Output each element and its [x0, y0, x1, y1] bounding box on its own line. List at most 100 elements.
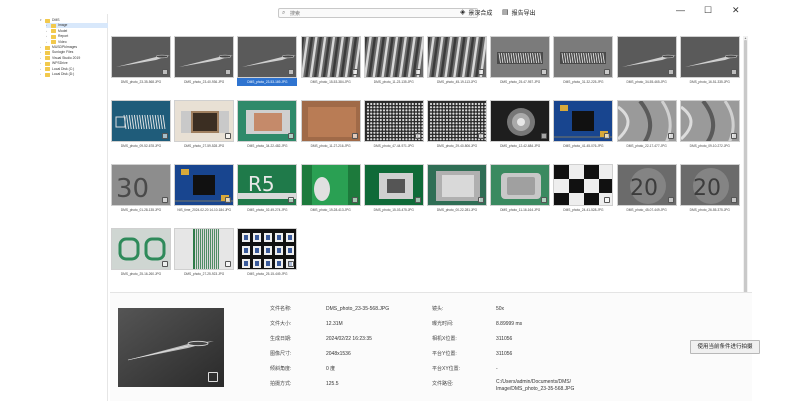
image-thumbnail[interactable]: DMS_photo_27-25-923.JPG — [174, 228, 235, 278]
image-thumbnail[interactable]: DMS_photo_41-45-076.JPG — [553, 100, 614, 150]
thumbnail-image[interactable] — [237, 100, 298, 142]
svg-text:20: 20 — [630, 176, 658, 201]
search-input[interactable] — [290, 10, 470, 17]
tree-item-image[interactable]: › Image — [46, 23, 108, 29]
capture-with-current-settings-button[interactable]: 使用当前条件进行拍摄 — [690, 340, 760, 354]
thumbnail-image[interactable] — [553, 164, 614, 206]
thumbnail-image[interactable] — [300, 100, 361, 142]
thumbnail-image[interactable] — [490, 36, 551, 78]
expand-arrow-icon[interactable]: › — [40, 67, 43, 72]
maximize-button[interactable]: ☐ — [704, 6, 712, 15]
tree-item-model[interactable]: › Model — [46, 29, 67, 34]
image-thumbnail[interactable]: R5 DMS_photo_02-49-274.JPG — [237, 164, 298, 214]
image-thumbnail[interactable]: DMS_photo_47-44-971.JPG — [363, 100, 424, 150]
thumbnail-image[interactable] — [174, 164, 235, 206]
thumbnail-image[interactable]: 30 — [111, 164, 171, 206]
expand-arrow-icon[interactable]: › — [40, 61, 43, 66]
image-thumbnail[interactable]: 20 DMS_photo_45-07-449.JPG — [616, 164, 677, 214]
thumbnail-image[interactable] — [237, 36, 298, 78]
thumbnail-image[interactable] — [616, 100, 677, 142]
image-thumbnail[interactable]: DMS_photo_11-23-135.JPG — [363, 36, 424, 86]
expand-arrow-icon[interactable]: › — [40, 50, 43, 55]
report-export-button[interactable]: ▤ 报告导出 — [502, 7, 536, 18]
image-thumbnail[interactable]: DMS_photo_31-32-225.JPG — [553, 36, 614, 86]
image-thumbnail[interactable]: DMS_photo_12-42-684.JPG — [490, 100, 551, 150]
thumbnail-image[interactable] — [174, 36, 235, 78]
thumbnail-image[interactable] — [300, 36, 361, 78]
thumbnail-image[interactable] — [237, 228, 298, 270]
3d-view-icon[interactable] — [208, 372, 218, 382]
image-thumbnail[interactable]: DMS_photo_34-22-482.JPG — [237, 100, 298, 150]
thumbnail-image[interactable]: 20 — [679, 164, 740, 206]
expand-arrow-icon[interactable]: ▾ — [40, 18, 43, 23]
thumbnail-image[interactable] — [111, 36, 171, 78]
image-thumbnail[interactable]: DMS_photo_25-16-260.JPG — [111, 228, 171, 278]
image-thumbnail[interactable]: DMS_photo_09-52-678.JPG — [111, 100, 171, 150]
image-thumbnail[interactable]: DMS_photo_23-53-169.JPG — [237, 36, 298, 86]
thumbnail-image[interactable] — [427, 36, 487, 78]
thumbnail-image[interactable] — [427, 100, 487, 142]
thumbnail-image[interactable] — [679, 100, 740, 142]
focus-stack-button[interactable]: ◈ 景深合成 — [460, 7, 492, 18]
thumbnail-image[interactable] — [174, 228, 235, 270]
image-thumbnail[interactable]: DMS_photo_16-51-335.JPG — [679, 36, 740, 86]
image-thumbnail[interactable]: DMS_photo_29-40-806.JPG — [427, 100, 487, 150]
thumbnail-image[interactable] — [174, 100, 235, 142]
image-thumbnail[interactable]: DMS_photo_15-53-384.JPG — [300, 36, 361, 86]
image-thumbnail[interactable]: DMS_photo_25-47-957.JPG — [490, 36, 551, 86]
tree-item-video[interactable]: › Video — [46, 40, 67, 45]
image-thumbnail[interactable]: DMS_photo_22-17-477.JPG — [616, 100, 677, 150]
image-thumbnail[interactable]: NIS_time_2024-02-20 14-10-184.JPG — [174, 164, 235, 214]
image-thumbnail[interactable]: DMS_photo_25-15-449.JPG — [237, 228, 298, 278]
image-thumbnail[interactable]: DMS_photo_23-40-936.JPG — [174, 36, 235, 86]
image-thumbnail[interactable]: DMS_photo_11-27-216.JPG — [300, 100, 361, 150]
thumbnail-image[interactable]: 20 — [616, 164, 677, 206]
thumbnail-image[interactable] — [111, 228, 171, 270]
grid-scrollbar[interactable]: ▲ ▼ — [743, 36, 748, 298]
thumbnail-image[interactable] — [363, 100, 424, 142]
thumbnail-image[interactable] — [427, 164, 487, 206]
image-thumbnail[interactable]: DMS_photo_11-16-164.JPG — [490, 164, 551, 214]
thumbnail-image[interactable] — [300, 164, 361, 206]
image-thumbnail[interactable]: 20 DMS_photo_26-55-375.JPG — [679, 164, 740, 214]
thumbnail-image[interactable] — [363, 36, 424, 78]
thumbnail-image[interactable]: R5 — [237, 164, 298, 206]
image-thumbnail[interactable]: DMS_photo_00-22-281.JPG — [427, 164, 487, 214]
thumbnail-image[interactable] — [553, 36, 614, 78]
tree-item-report[interactable]: › Report — [46, 34, 68, 39]
minimize-button[interactable]: — — [676, 6, 685, 15]
expand-arrow-icon[interactable]: › — [46, 23, 49, 28]
image-thumbnail[interactable]: 30 DMS_photo_01-28-135.JPG — [111, 164, 171, 214]
thumbnail-image[interactable] — [553, 100, 614, 142]
tree-item-musdpkimages[interactable]: › MUSDPkImages — [40, 45, 77, 50]
image-thumbnail[interactable]: DMS_photo_23-35-568.JPG — [111, 36, 171, 86]
thumbnail-image[interactable] — [490, 164, 551, 206]
image-thumbnail[interactable]: DMS_photo_15-03-475.JPG — [363, 164, 424, 214]
image-thumbnail[interactable]: DMS_photo_09-10-272.JPG — [679, 100, 740, 150]
thumbnail-image[interactable] — [679, 36, 740, 78]
tree-item-sunlogin-files[interactable]: › Sunlogin Files — [40, 50, 73, 55]
expand-arrow-icon[interactable]: › — [46, 29, 49, 34]
image-thumbnail[interactable]: DMS_photo_27-59-528.JPG — [174, 100, 235, 150]
thumbnail-image[interactable] — [616, 36, 677, 78]
tree-item-wpsdrive[interactable]: › WPSDrive — [40, 61, 68, 66]
scrollbar-thumb[interactable] — [744, 40, 747, 295]
expand-arrow-icon[interactable]: › — [46, 40, 49, 45]
image-thumbnail[interactable]: DMS_photo_34-55-465.JPG — [616, 36, 677, 86]
search-box[interactable]: ⌕ — [278, 8, 478, 18]
close-button[interactable]: ✕ — [732, 6, 740, 15]
thumbnail-image[interactable] — [111, 100, 171, 142]
expand-arrow-icon[interactable]: › — [46, 34, 49, 39]
thumbnail-image[interactable] — [490, 100, 551, 142]
tree-item-visual-studio-2019[interactable]: › Visual Studio 2019 — [40, 56, 80, 61]
tree-item-local-disk-d-[interactable]: › Local Disk (D:) — [40, 72, 74, 77]
expand-arrow-icon[interactable]: › — [40, 45, 43, 50]
image-thumbnail[interactable]: DMS_photo_45-19-113.JPG — [427, 36, 487, 86]
image-thumbnail[interactable]: DMS_photo_19-28-413.JPG — [300, 164, 361, 214]
image-thumbnail[interactable]: DMS_photo_24-41-528.JPG — [553, 164, 614, 214]
thumbnail-image[interactable] — [363, 164, 424, 206]
expand-arrow-icon[interactable]: › — [40, 72, 43, 77]
tree-item-local-disk-c-[interactable]: › Local Disk (C:) — [40, 67, 74, 72]
expand-arrow-icon[interactable]: › — [40, 56, 43, 61]
tree-item-dms[interactable]: ▾ DMS — [40, 18, 60, 23]
